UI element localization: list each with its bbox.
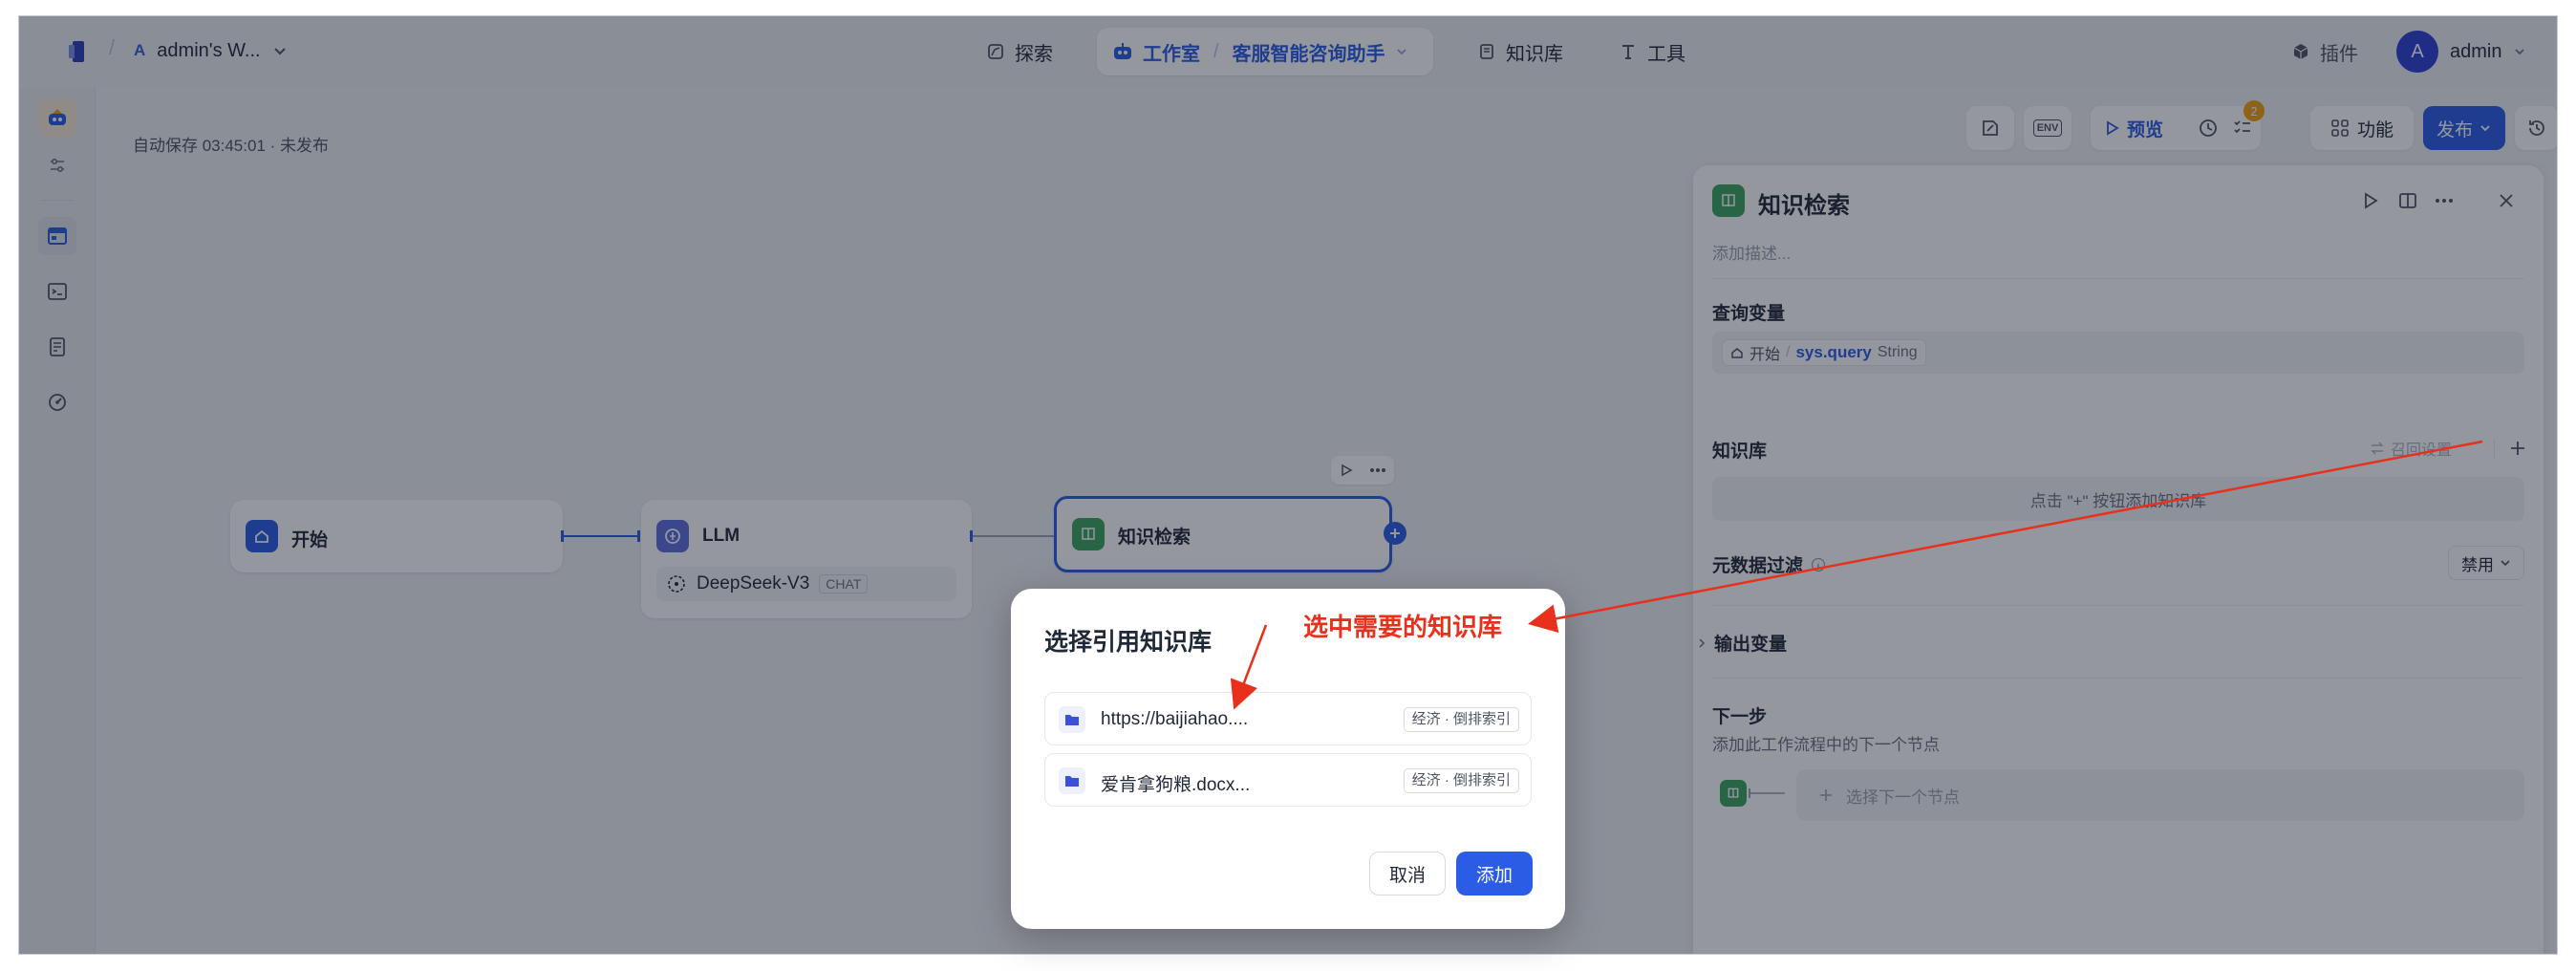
annotation-label: 选中需要的知识库 [1303,613,1503,641]
knowledge-list-item[interactable]: https://baijiahao.... 经济 · 倒排索引 [1044,692,1532,745]
cancel-button[interactable]: 取消 [1369,852,1446,895]
knowledge-item-name: https://baijiahao.... [1101,709,1249,729]
folder-icon [1059,706,1085,733]
knowledge-item-tag: 经济 · 倒排索引 [1403,707,1519,732]
folder-icon [1059,767,1085,794]
dialog-title: 选择引用知识库 [1044,629,1213,656]
knowledge-list-item[interactable]: 爱肯拿狗粮.docx... 经济 · 倒排索引 [1044,753,1532,807]
knowledge-item-tag: 经济 · 倒排索引 [1403,768,1519,793]
add-button[interactable]: 添加 [1456,852,1533,895]
knowledge-item-name: 爱肯拿狗粮.docx... [1101,775,1251,795]
